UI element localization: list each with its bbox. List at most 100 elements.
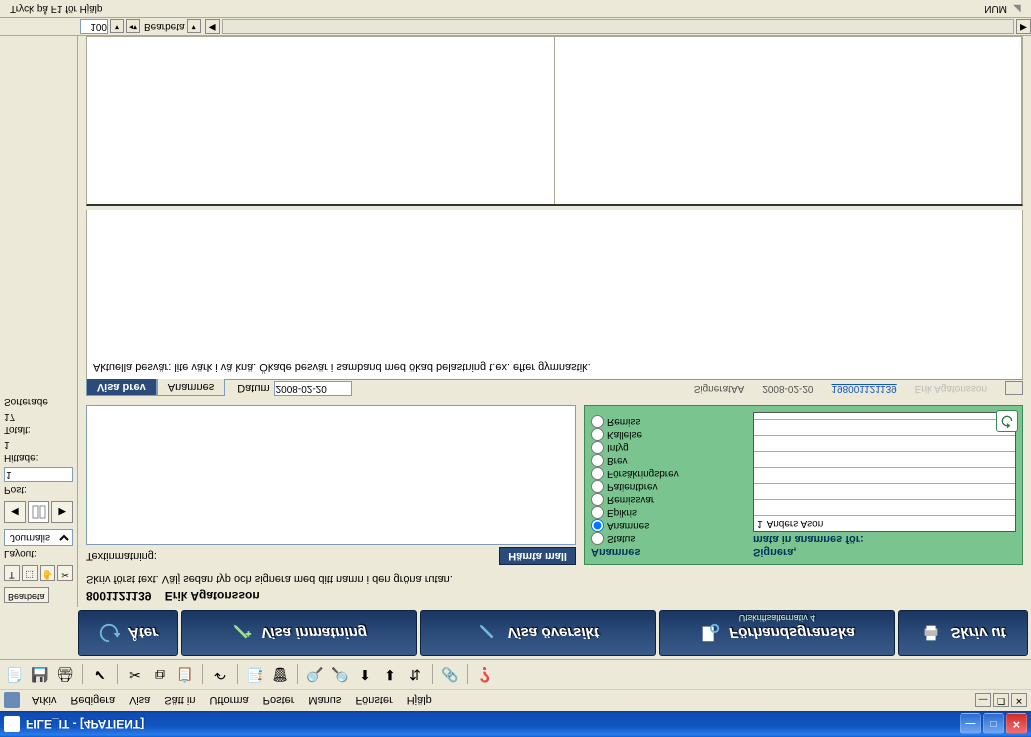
tb-find-icon[interactable]: 🔍 [304, 664, 326, 686]
action-back[interactable]: Åter [78, 610, 178, 656]
zoom-input[interactable] [80, 19, 108, 34]
radio-row-anamnes[interactable]: Anamnes [591, 519, 741, 532]
maximize-button[interactable]: □ [983, 714, 1004, 735]
tb-sort-desc-icon[interactable]: ⬇ [379, 664, 401, 686]
scroll-strip: ▾ ◂▾ Bearbeta ▾ ◀ ▶ [0, 18, 1031, 36]
refresh-icon[interactable] [996, 410, 1018, 432]
radio-row-intyg[interactable]: Intyg [591, 441, 741, 454]
hint-text: Skriv först text. Välj sedan typ och sig… [78, 569, 1031, 585]
tab-visa-brev[interactable]: Visa brev [86, 379, 157, 396]
menu-visa[interactable]: Visa [123, 693, 156, 709]
text-input[interactable] [86, 405, 576, 545]
menu-fonster[interactable]: Fönster [349, 693, 398, 709]
menu-utforma[interactable]: Utforma [203, 693, 254, 709]
radio-label: Remiss [607, 416, 640, 427]
tb-cut-icon[interactable]: ✂ [124, 664, 146, 686]
nav-book-icon[interactable] [28, 501, 50, 523]
radio-kallelse[interactable] [591, 428, 604, 441]
tab-anamnes[interactable]: Anamnes [157, 379, 225, 396]
tb-new-record-icon[interactable]: 📑 [244, 664, 266, 686]
app-icon [4, 716, 20, 732]
tb-relations-icon[interactable]: 🔗 [439, 664, 461, 686]
action-preview-sub: Utskriftsalternativ 4 [660, 613, 894, 623]
radio-row-remissvar[interactable]: Remissvar [591, 493, 741, 506]
radio-row-patientbrev[interactable]: Patientbrev [591, 480, 741, 493]
tb-spell-icon[interactable]: ✔ [89, 664, 111, 686]
mode-dropdown-icon[interactable]: ◂▾ [126, 20, 140, 34]
radio-row-remiss[interactable]: Remiss [591, 415, 741, 428]
menu-hjalp[interactable]: Hjälp [401, 693, 438, 709]
radio-anamnes[interactable] [591, 519, 604, 532]
tb-print-icon[interactable]: 🖨 [54, 664, 76, 686]
resize-grip-icon[interactable]: ◢ [1013, 3, 1027, 14]
mdi-restore[interactable]: ❐ [993, 694, 1009, 708]
pid-link[interactable]: 198001121139 [831, 383, 896, 394]
layout-select[interactable]: Journalis [4, 529, 73, 546]
h-scrollbar[interactable] [222, 19, 1014, 34]
radio-brev[interactable] [591, 454, 604, 467]
tb-undo-icon[interactable]: ↶ [209, 664, 231, 686]
close-button[interactable]: ✕ [1006, 714, 1027, 735]
minimize-button[interactable]: ― [960, 714, 981, 735]
document-area[interactable]: Aktuella besvär: lite värk i vä knä. Öka… [86, 210, 1023, 379]
radio-row-status[interactable]: Status [591, 532, 741, 545]
radio-epikris[interactable] [591, 506, 604, 519]
radio-försäkringsbrev[interactable] [591, 467, 604, 480]
menu-redigera[interactable]: Redigera [64, 693, 121, 709]
tb-sort-icon[interactable]: ⇅ [404, 664, 426, 686]
body-pane-left[interactable] [87, 37, 555, 204]
tb-save-icon[interactable]: 💾 [29, 664, 51, 686]
action-print[interactable]: Skriv ut [898, 610, 1028, 656]
tb-copy-icon[interactable]: ⧉ [149, 664, 171, 686]
radio-row-epikris[interactable]: Epikris [591, 506, 741, 519]
scroll-right-icon[interactable]: ▶ [1016, 19, 1031, 34]
nav-prev-icon[interactable]: ◀ [4, 501, 26, 523]
action-print-label: Skriv ut [950, 625, 1005, 642]
menu-manus[interactable]: Manus [302, 693, 347, 709]
scroll-left-icon[interactable]: ◀ [205, 19, 220, 34]
page-magnify-icon [699, 622, 721, 644]
tb-find-all-icon[interactable]: 🔎 [329, 664, 351, 686]
mode-dropdown2-icon[interactable]: ▾ [187, 20, 201, 34]
printer-icon [920, 622, 942, 644]
menubar: Arkiv Redigera Visa Sätt in Utforma Post… [0, 689, 1031, 711]
radio-remiss[interactable] [591, 415, 604, 428]
hittade-label: Hittade: [4, 452, 73, 463]
tool-crop-icon[interactable]: ✂ [57, 565, 73, 581]
action-preview[interactable]: Förhandsgranska Utskriftsalternativ 4 [659, 610, 895, 656]
radio-row-kallelse[interactable]: Kallelse [591, 428, 741, 441]
nav-next-icon[interactable]: ▶ [51, 501, 73, 523]
zoom-dropdown-icon[interactable]: ▾ [110, 20, 124, 34]
body-pane-right[interactable] [555, 37, 1023, 204]
hamta-mall-button[interactable]: Hämta mall [499, 547, 576, 565]
menu-satt-in[interactable]: Sätt in [158, 693, 201, 709]
radio-intyg[interactable] [591, 441, 604, 454]
tool-text-icon[interactable]: T [4, 565, 20, 581]
tb-new-icon[interactable]: 📄 [4, 664, 26, 686]
radio-remissvar[interactable] [591, 493, 604, 506]
action-input[interactable]: Visa inmatning [181, 610, 417, 656]
radio-row-brev[interactable]: Brev [591, 454, 741, 467]
menu-poster[interactable]: Poster [257, 693, 301, 709]
tb-delete-record-icon[interactable]: 🗑 [269, 664, 291, 686]
tb-sort-asc-icon[interactable]: ⬆ [354, 664, 376, 686]
textinmatning-label: Textinmatning: [86, 550, 157, 562]
collapse-button[interactable] [1005, 382, 1023, 396]
post-input[interactable] [4, 467, 73, 482]
tool-select-icon[interactable]: ⬚ [22, 565, 38, 581]
mdi-minimize[interactable]: ― [975, 694, 991, 708]
radio-row-försäkringsbrev[interactable]: Försäkringsbrev [591, 467, 741, 480]
statusbar: Tryck på F1 för Hjälp NUM ◢ [0, 0, 1031, 18]
signer-list[interactable]: 1 Anders Ason [753, 412, 1016, 532]
mode-bearbeta-label[interactable]: Bearbeta [4, 587, 49, 603]
radios-header: Anamnes [591, 546, 741, 558]
tb-help-icon[interactable]: ❓ [474, 664, 496, 686]
radio-status[interactable] [591, 532, 604, 545]
tb-paste-icon[interactable]: 📋 [174, 664, 196, 686]
radio-patientbrev[interactable] [591, 480, 604, 493]
tool-hand-icon[interactable]: ✋ [40, 565, 56, 581]
action-overview[interactable]: Visa översikt [420, 610, 656, 656]
datum-input[interactable] [274, 381, 352, 396]
mdi-close[interactable]: ✕ [1011, 694, 1027, 708]
menu-arkiv[interactable]: Arkiv [26, 693, 62, 709]
